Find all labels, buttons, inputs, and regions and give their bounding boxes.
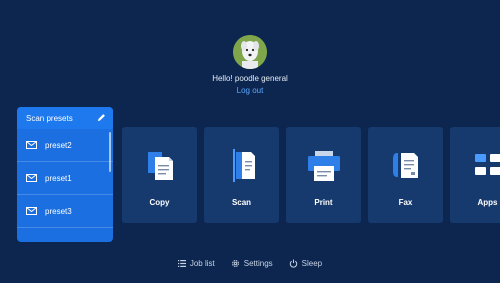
fax-label: Fax bbox=[398, 198, 413, 207]
edit-icon[interactable] bbox=[97, 113, 106, 124]
footer-bar: Job list Settings Sleep bbox=[0, 259, 500, 268]
greeting-text: Hello! poodle general bbox=[212, 74, 288, 83]
copy-icon bbox=[122, 147, 197, 183]
sleep-button[interactable]: Sleep bbox=[289, 259, 322, 268]
scan-tile[interactable]: Scan bbox=[204, 127, 279, 223]
envelope-icon bbox=[26, 207, 37, 215]
power-icon bbox=[289, 259, 297, 268]
preset-item-preset3[interactable]: preset3 bbox=[17, 195, 113, 228]
settings-button[interactable]: Settings bbox=[231, 259, 273, 268]
list-icon bbox=[177, 260, 186, 267]
scan-presets-header: Scan presets bbox=[17, 107, 113, 129]
presets-scrollbar[interactable] bbox=[109, 132, 111, 172]
scan-presets-panel: Scan presets preset2 preset1 preset3 bbox=[17, 107, 113, 242]
apps-tile[interactable]: Apps bbox=[450, 127, 500, 223]
preset-item-preset2[interactable]: preset2 bbox=[17, 129, 113, 162]
print-label: Print bbox=[314, 198, 333, 207]
envelope-icon bbox=[26, 174, 37, 182]
fax-icon bbox=[368, 147, 443, 183]
apps-label: Apps bbox=[477, 198, 498, 207]
gear-icon bbox=[231, 260, 239, 267]
copy-label: Copy bbox=[149, 198, 170, 207]
job-list-button[interactable]: Job list bbox=[177, 259, 215, 268]
preset-item-preset1[interactable]: preset1 bbox=[17, 162, 113, 195]
apps-icon bbox=[450, 147, 500, 183]
envelope-icon bbox=[26, 141, 37, 149]
settings-label: Settings bbox=[243, 259, 273, 268]
print-tile[interactable]: Print bbox=[286, 127, 361, 223]
sleep-label: Sleep bbox=[301, 259, 323, 268]
scan-presets-title: Scan presets bbox=[26, 113, 73, 123]
copy-tile[interactable]: Copy bbox=[122, 127, 197, 223]
user-avatar bbox=[233, 35, 267, 69]
preset-label: preset3 bbox=[45, 206, 72, 216]
fax-tile[interactable]: Fax bbox=[368, 127, 443, 223]
scan-icon bbox=[204, 147, 279, 183]
print-icon bbox=[286, 147, 361, 183]
scan-label: Scan bbox=[231, 198, 252, 207]
logout-link[interactable]: Log out bbox=[0, 86, 500, 95]
job-list-label: Job list bbox=[189, 259, 215, 268]
preset-label: preset2 bbox=[45, 140, 72, 150]
preset-label: preset1 bbox=[45, 173, 72, 183]
